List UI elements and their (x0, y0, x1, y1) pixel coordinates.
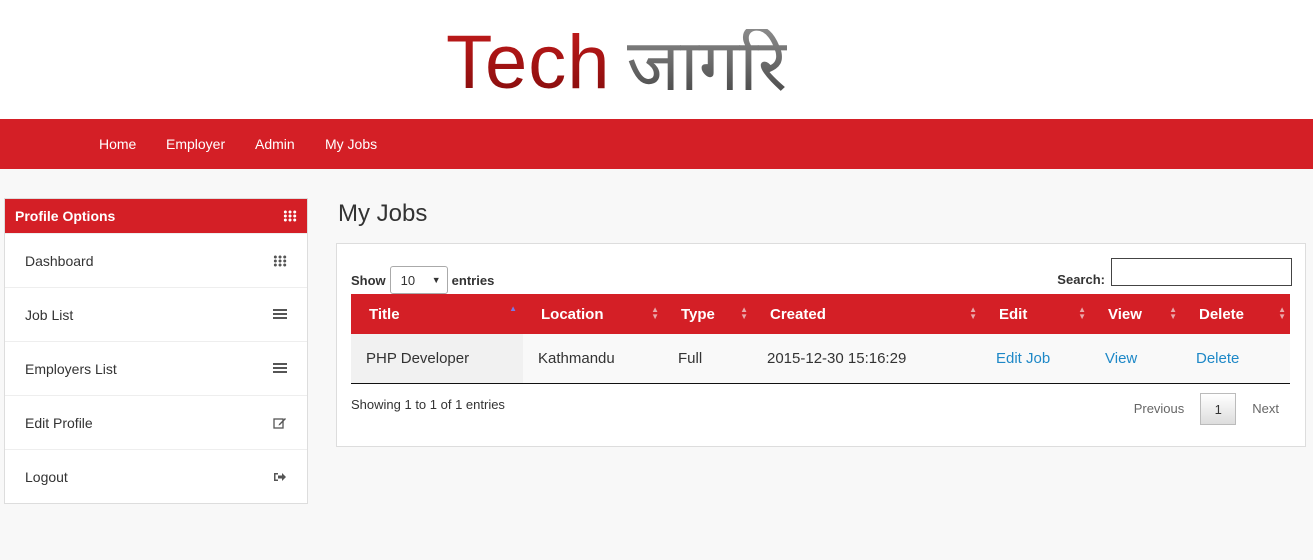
sort-both-icon: ▲ ▼ (969, 305, 977, 321)
next-page-button[interactable]: Next (1240, 393, 1291, 425)
sidebar-item-dashboard[interactable]: Dashboard (5, 233, 307, 287)
search-input[interactable] (1111, 258, 1292, 286)
table-info: Showing 1 to 1 of 1 entries (351, 397, 505, 412)
column-header-location[interactable]: Location ▲ ▼ (523, 294, 663, 334)
column-header-label: Type (681, 305, 715, 323)
sidebar-item-label: Edit Profile (25, 414, 93, 431)
delete-job-link[interactable]: Delete (1196, 350, 1239, 367)
column-header-created[interactable]: Created ▲ ▼ (752, 294, 981, 334)
sidebar-item-label: Job List (25, 306, 74, 323)
cell-edit: Edit Job (981, 334, 1090, 384)
column-header-label: Location (541, 305, 604, 323)
sort-asc-icon: ▲ (509, 304, 517, 313)
cell-view: View (1090, 334, 1181, 384)
list-icon (273, 308, 287, 321)
column-header-edit[interactable]: Edit ▲ ▼ (981, 294, 1090, 334)
entries-select-value: 10 (400, 272, 416, 288)
column-header-label: View (1108, 305, 1142, 323)
cell-location: Kathmandu (523, 334, 663, 384)
nav-home[interactable]: Home (99, 119, 136, 169)
page-title: My Jobs (338, 200, 428, 227)
view-job-link[interactable]: View (1105, 350, 1137, 367)
sidebar-item-label: Dashboard (25, 252, 94, 269)
site-header: Tech जागरि (0, 0, 1313, 119)
main-navbar: Home Employer Admin My Jobs (0, 119, 1313, 169)
cell-type: Full (663, 334, 752, 384)
page-1-button[interactable]: 1 (1200, 393, 1237, 425)
jobs-table: Title ▲ Location ▲ ▼ Type ▲ ▼ Created ▲ ▼ E… (351, 294, 1290, 384)
sidebar-item-job-list[interactable]: Job List (5, 287, 307, 341)
cell-delete: Delete (1181, 334, 1290, 384)
entries-label: entries (451, 272, 495, 288)
cell-created: 2015-12-30 15:16:29 (752, 334, 981, 384)
logo-text-latin: Tech (446, 20, 611, 105)
column-header-label: Title (369, 305, 400, 323)
entries-length-control: Show 10 ▼ entries (351, 266, 494, 294)
sort-both-icon: ▲ ▼ (651, 305, 659, 321)
table-row: PHP Developer Kathmandu Full 2015-12-30 … (351, 334, 1290, 384)
show-label: Show (351, 272, 386, 288)
table-header-row: Title ▲ Location ▲ ▼ Type ▲ ▼ Created ▲ ▼ E… (351, 294, 1290, 334)
profile-sidebar: Profile Options Dashboard Job List Emplo… (4, 198, 308, 504)
sidebar-item-employers-list[interactable]: Employers List (5, 341, 307, 395)
caret-down-icon: ▼ (431, 275, 441, 285)
sidebar-item-label: Employers List (25, 360, 117, 377)
column-header-view[interactable]: View ▲ ▼ (1090, 294, 1181, 334)
grid-icon (283, 210, 297, 222)
sidebar-item-edit-profile[interactable]: Edit Profile (5, 395, 307, 449)
sidebar-item-label: Logout (25, 468, 68, 485)
sort-both-icon: ▲ ▼ (740, 305, 748, 321)
pagination: Previous 1 Next (1122, 393, 1291, 425)
column-header-label: Edit (999, 305, 1028, 323)
nav-employer[interactable]: Employer (166, 119, 225, 169)
column-header-label: Created (770, 305, 826, 323)
logout-icon (274, 472, 286, 481)
sort-both-icon: ▲ ▼ (1169, 305, 1177, 321)
site-logo[interactable]: Tech जागरि (446, 12, 787, 107)
sidebar-item-logout[interactable]: Logout (5, 449, 307, 503)
column-header-label: Delete (1199, 305, 1245, 323)
edit-icon (273, 417, 286, 429)
entries-select[interactable]: 10 ▼ (389, 266, 448, 294)
list-icon (273, 362, 287, 375)
jobs-panel: Show 10 ▼ entries Search: Title ▲ Locati… (336, 243, 1306, 447)
sidebar-title: Profile Options (15, 208, 116, 224)
sort-both-icon: ▲ ▼ (1078, 305, 1086, 321)
grid-icon (273, 254, 287, 267)
cell-title: PHP Developer (351, 334, 523, 384)
nav-admin[interactable]: Admin (255, 119, 295, 169)
column-header-title[interactable]: Title ▲ (351, 294, 523, 334)
column-header-delete[interactable]: Delete ▲ ▼ (1181, 294, 1290, 334)
column-header-type[interactable]: Type ▲ ▼ (663, 294, 752, 334)
logo-text-devanagari: जागरि (626, 23, 788, 107)
sidebar-header: Profile Options (5, 199, 307, 233)
edit-job-link[interactable]: Edit Job (996, 350, 1050, 367)
nav-my-jobs[interactable]: My Jobs (325, 119, 377, 169)
search-label: Search: (1057, 272, 1105, 287)
previous-page-button[interactable]: Previous (1122, 393, 1197, 425)
sort-both-icon: ▲ ▼ (1278, 305, 1286, 321)
